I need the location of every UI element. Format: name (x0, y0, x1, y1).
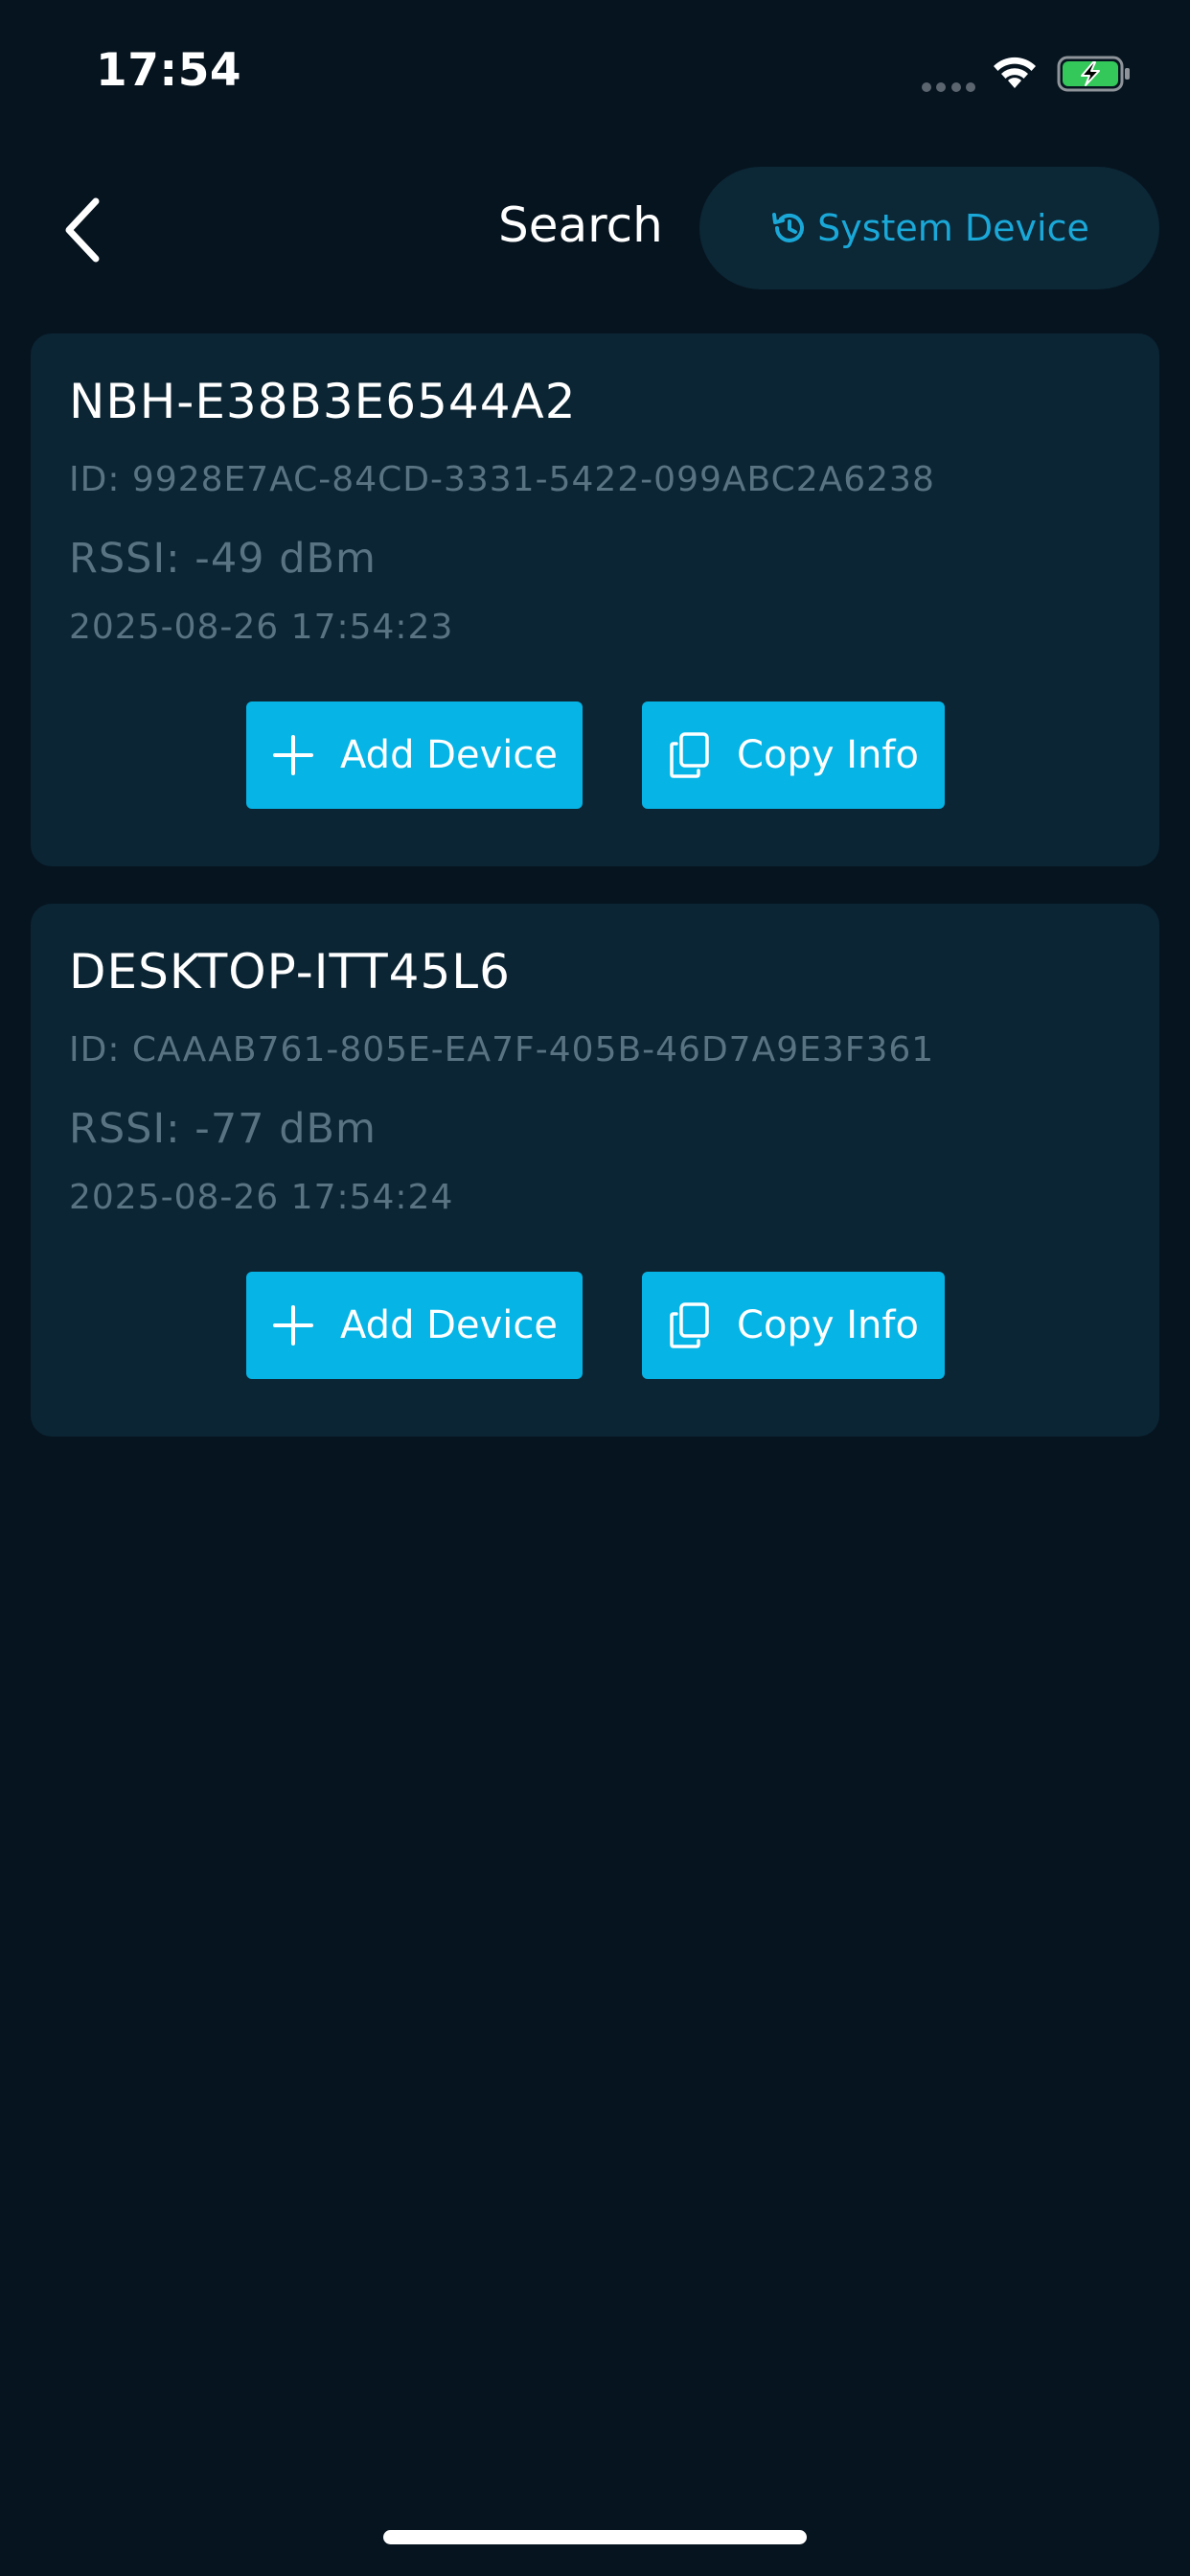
device-id: ID: 9928E7AC-84CD-3331-5422-099ABC2A6238 (69, 460, 935, 499)
add-device-button[interactable]: Add Device (246, 702, 583, 809)
status-time: 17:54 (96, 44, 242, 97)
system-device-label: System Device (817, 207, 1089, 249)
device-timestamp: 2025-08-26 17:54:23 (69, 608, 454, 647)
system-device-button[interactable]: System Device (699, 167, 1159, 289)
copy-icon (670, 732, 709, 778)
device-name: NBH-E38B3E6544A2 (69, 374, 577, 429)
chevron-left-icon (65, 197, 100, 263)
device-rssi: RSSI: -77 dBm (69, 1105, 377, 1153)
add-device-button[interactable]: Add Device (246, 1272, 583, 1379)
plus-icon (273, 1305, 314, 1346)
copy-info-label: Copy Info (737, 1303, 919, 1347)
device-timestamp: 2025-08-26 17:54:24 (69, 1178, 454, 1217)
history-icon (772, 213, 805, 242)
copy-icon (670, 1302, 709, 1348)
copy-info-button[interactable]: Copy Info (642, 702, 945, 809)
copy-info-label: Copy Info (737, 733, 919, 777)
wifi-icon (994, 57, 1036, 88)
battery-charging-icon (1057, 56, 1130, 92)
device-card: NBH-E38B3E6544A2 ID: 9928E7AC-84CD-3331-… (31, 334, 1159, 866)
page-title: Search (498, 197, 663, 253)
device-name: DESKTOP-ITT45L6 (69, 944, 511, 1000)
copy-info-button[interactable]: Copy Info (642, 1272, 945, 1379)
add-device-label: Add Device (340, 1303, 558, 1347)
device-id: ID: CAAAB761-805E-EA7F-405B-46D7A9E3F361 (69, 1030, 935, 1070)
home-indicator[interactable] (383, 2530, 807, 2544)
back-button[interactable] (56, 194, 113, 266)
plus-icon (273, 735, 314, 775)
device-rssi: RSSI: -49 dBm (69, 535, 377, 583)
add-device-label: Add Device (340, 733, 558, 777)
device-card: DESKTOP-ITT45L6 ID: CAAAB761-805E-EA7F-4… (31, 904, 1159, 1437)
signal-dots-icon (922, 82, 975, 92)
navigation-bar: Search System Device (0, 163, 1190, 297)
status-bar: 17:54 (0, 0, 1190, 144)
